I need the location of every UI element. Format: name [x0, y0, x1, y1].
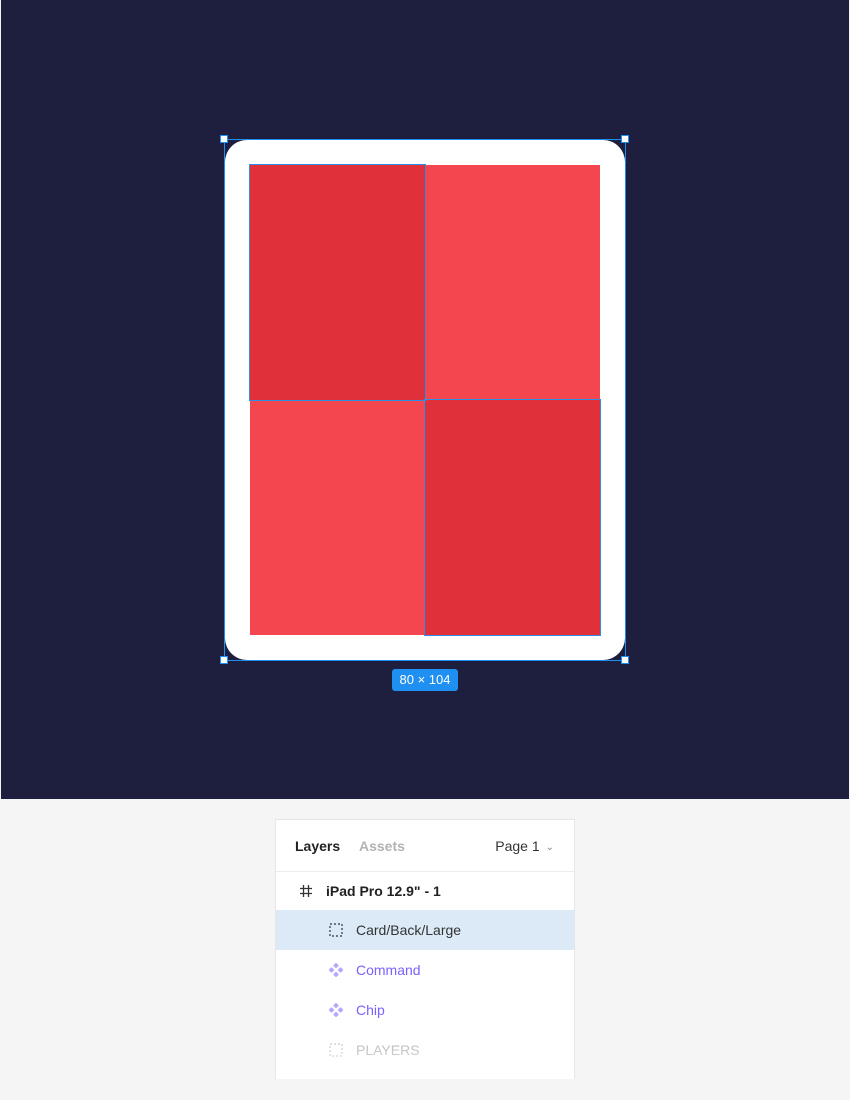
- tab-layers[interactable]: Layers: [295, 838, 340, 854]
- selection-box[interactable]: [224, 139, 626, 661]
- hash-frame-icon: [300, 885, 312, 897]
- layers-panel-header: Layers Assets Page 1 ⌄: [276, 820, 574, 872]
- resize-handle-bottom-left[interactable]: [220, 656, 228, 664]
- dimensions-badge: 80 × 104: [392, 669, 458, 691]
- layer-label: Command: [356, 962, 421, 978]
- tab-assets[interactable]: Assets: [359, 838, 405, 854]
- layer-row-command[interactable]: Command: [276, 950, 574, 990]
- layer-label: iPad Pro 12.9" - 1: [326, 883, 441, 899]
- layer-label: Card/Back/Large: [356, 922, 462, 938]
- page-select[interactable]: Page 1 ⌄: [495, 838, 554, 854]
- component-instance-icon: [329, 963, 343, 977]
- layer-row-ipad-frame[interactable]: iPad Pro 12.9" - 1: [276, 871, 574, 911]
- resize-handle-bottom-right[interactable]: [621, 656, 629, 664]
- dashed-group-icon: [329, 1043, 343, 1057]
- layer-row-chip[interactable]: Chip: [276, 990, 574, 1030]
- page-select-label: Page 1: [495, 838, 540, 854]
- dashed-group-icon: [329, 923, 343, 937]
- layer-row-players[interactable]: PLAYERS: [276, 1030, 574, 1070]
- resize-handle-top-right[interactable]: [621, 135, 629, 143]
- resize-handle-top-left[interactable]: [220, 135, 228, 143]
- layer-row-card-back-large[interactable]: Card/Back/Large: [276, 910, 574, 950]
- component-instance-icon: [329, 1003, 343, 1017]
- layer-label: PLAYERS: [356, 1042, 420, 1058]
- layers-panel: Layers Assets Page 1 ⌄ iPad Pro 12.9" - 1…: [275, 819, 575, 1079]
- chevron-down-icon: ⌄: [545, 842, 554, 853]
- layer-label: Chip: [356, 1002, 385, 1018]
